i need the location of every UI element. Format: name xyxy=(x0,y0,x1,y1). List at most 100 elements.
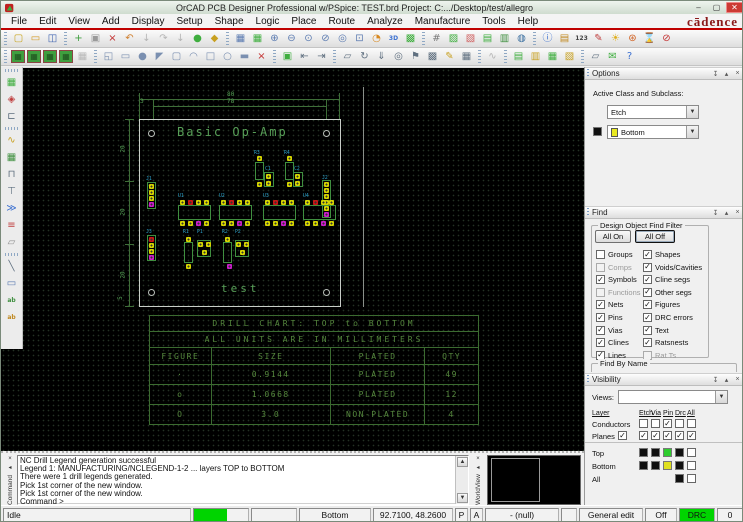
pad[interactable] xyxy=(305,221,310,226)
close-icon[interactable]: × xyxy=(474,455,483,463)
flag-icon[interactable]: ⚑ xyxy=(407,49,424,65)
menu-logic[interactable]: Logic xyxy=(250,16,286,27)
route-vision-icon[interactable]: ▥ xyxy=(496,31,513,47)
p-button[interactable]: P xyxy=(455,507,468,521)
menu-place[interactable]: Place xyxy=(285,16,322,27)
pad[interactable] xyxy=(237,200,242,205)
menu-setup[interactable]: Setup xyxy=(170,16,208,27)
chevron-down-icon[interactable]: ▼ xyxy=(686,126,698,138)
maximize-button[interactable]: ▢ xyxy=(708,2,725,13)
mounting-hole[interactable] xyxy=(148,130,155,137)
minimize-button[interactable]: – xyxy=(690,2,707,13)
collapse-icon[interactable]: ▴ xyxy=(722,69,731,78)
wait-icon[interactable]: ⌛ xyxy=(641,31,658,47)
pad[interactable] xyxy=(198,242,203,247)
new-file-icon[interactable]: ▢ xyxy=(10,31,27,47)
info-icon[interactable]: ⓘ xyxy=(539,31,556,47)
properties-icon[interactable]: ▤ xyxy=(556,31,573,47)
toolbar-grip[interactable] xyxy=(504,50,507,63)
panel-grip[interactable] xyxy=(587,69,589,78)
pad[interactable] xyxy=(245,200,250,205)
toolbar-grip[interactable] xyxy=(5,127,18,130)
component-R3[interactable] xyxy=(255,162,264,180)
report-4-icon[interactable]: ▧ xyxy=(561,49,578,65)
toolbar-grip[interactable] xyxy=(226,32,229,45)
pad[interactable] xyxy=(321,200,326,205)
panel-grip[interactable] xyxy=(587,375,589,384)
menu-view[interactable]: View xyxy=(62,16,96,27)
redraw-icon[interactable]: ◔ xyxy=(368,31,385,47)
pin-mark-icon[interactable]: ◆ xyxy=(206,31,223,47)
find-check-nets[interactable]: ✓ xyxy=(596,300,605,310)
layer-swatch[interactable] xyxy=(651,461,660,470)
find-check-cline-segs[interactable]: ✓ xyxy=(643,275,652,285)
planes-col-check[interactable]: ✓ xyxy=(639,431,648,440)
add-line-icon[interactable]: ╲ xyxy=(3,258,21,275)
planes-col-check[interactable]: ✓ xyxy=(651,431,660,440)
pad[interactable] xyxy=(240,250,245,255)
layer-swatch[interactable] xyxy=(675,448,684,457)
toolbar-grip[interactable] xyxy=(94,50,97,63)
brush-icon[interactable]: ✎ xyxy=(590,31,607,47)
pad[interactable] xyxy=(257,156,262,161)
add-corner-icon[interactable]: ◱ xyxy=(100,49,117,65)
collapse-icon[interactable]: ◂ xyxy=(474,463,483,471)
film-4-icon[interactable]: ▦ xyxy=(59,50,73,63)
visibility-tool-icon[interactable]: ◈ xyxy=(3,91,21,108)
connector-tool-icon[interactable]: ⊏ xyxy=(3,108,21,125)
mounting-hole[interactable] xyxy=(148,289,155,296)
fanout-icon[interactable]: ≫ xyxy=(3,200,21,217)
space-left-icon[interactable]: ⇤ xyxy=(296,49,313,65)
planes-col-check[interactable]: ✓ xyxy=(663,431,672,440)
add-square-icon[interactable]: □ xyxy=(202,49,219,65)
toolbar-grip[interactable] xyxy=(581,50,584,63)
find-check-symbols[interactable]: ✓ xyxy=(596,275,605,285)
zoom-in-icon[interactable]: ⊕ xyxy=(266,31,283,47)
mounting-hole[interactable] xyxy=(323,130,330,137)
pad[interactable] xyxy=(321,221,326,226)
menu-manufacture[interactable]: Manufacture xyxy=(409,16,477,27)
add-rounded-icon[interactable]: ▢ xyxy=(168,49,185,65)
report-2-icon[interactable]: ▥ xyxy=(527,49,544,65)
pad[interactable] xyxy=(237,221,242,226)
close-icon[interactable]: × xyxy=(733,69,742,78)
pad[interactable] xyxy=(186,264,191,269)
conductors-check[interactable]: ✓ xyxy=(663,419,672,428)
pad[interactable] xyxy=(236,242,241,247)
column-header-all[interactable]: All xyxy=(687,410,695,417)
film-off-icon[interactable]: ▦ xyxy=(74,49,91,65)
pad[interactable] xyxy=(287,156,292,161)
update-icon[interactable]: ↻ xyxy=(356,49,373,65)
pencil-icon[interactable]: ✎ xyxy=(441,49,458,65)
toolbar-grip[interactable] xyxy=(533,32,536,45)
zoom-fit-icon[interactable]: ⊡ xyxy=(351,31,368,47)
zoom-previous-icon[interactable]: ⊘ xyxy=(317,31,334,47)
zoom-grid-icon[interactable]: ▦ xyxy=(249,31,266,47)
a-button[interactable]: A xyxy=(470,507,483,521)
film-3-icon[interactable]: ▦ xyxy=(43,50,57,63)
edit-text-icon[interactable]: ab xyxy=(3,309,21,326)
move-icon[interactable]: + xyxy=(70,31,87,47)
layer-all-check[interactable] xyxy=(687,461,696,470)
pad[interactable] xyxy=(257,182,262,187)
pin-icon[interactable]: ↧ xyxy=(711,208,720,217)
layer-stack-icon[interactable]: ≡ xyxy=(3,217,21,234)
pad[interactable] xyxy=(313,200,318,205)
find-panel-header[interactable]: Find ↧ ▴ × xyxy=(585,206,742,219)
layer-swatch[interactable] xyxy=(651,448,660,457)
find-check-pins[interactable]: ✓ xyxy=(596,313,605,322)
pad[interactable] xyxy=(265,200,270,205)
report-1-icon[interactable]: ▤ xyxy=(510,49,527,65)
zoom-window-icon[interactable]: ▦ xyxy=(232,31,249,47)
add-slot-icon[interactable]: ▬ xyxy=(236,49,253,65)
pad[interactable] xyxy=(149,243,154,248)
layer-swatch[interactable] xyxy=(675,461,684,470)
pad[interactable] xyxy=(324,194,329,199)
pad[interactable] xyxy=(180,221,185,226)
component-U4[interactable] xyxy=(303,205,336,220)
add-octagon-icon[interactable]: ○ xyxy=(219,49,236,65)
waive-drc-icon[interactable]: ⊛ xyxy=(624,31,641,47)
menu-file[interactable]: File xyxy=(5,16,33,27)
zoom-board-icon[interactable]: ▦ xyxy=(3,74,21,91)
pad[interactable] xyxy=(265,221,270,226)
